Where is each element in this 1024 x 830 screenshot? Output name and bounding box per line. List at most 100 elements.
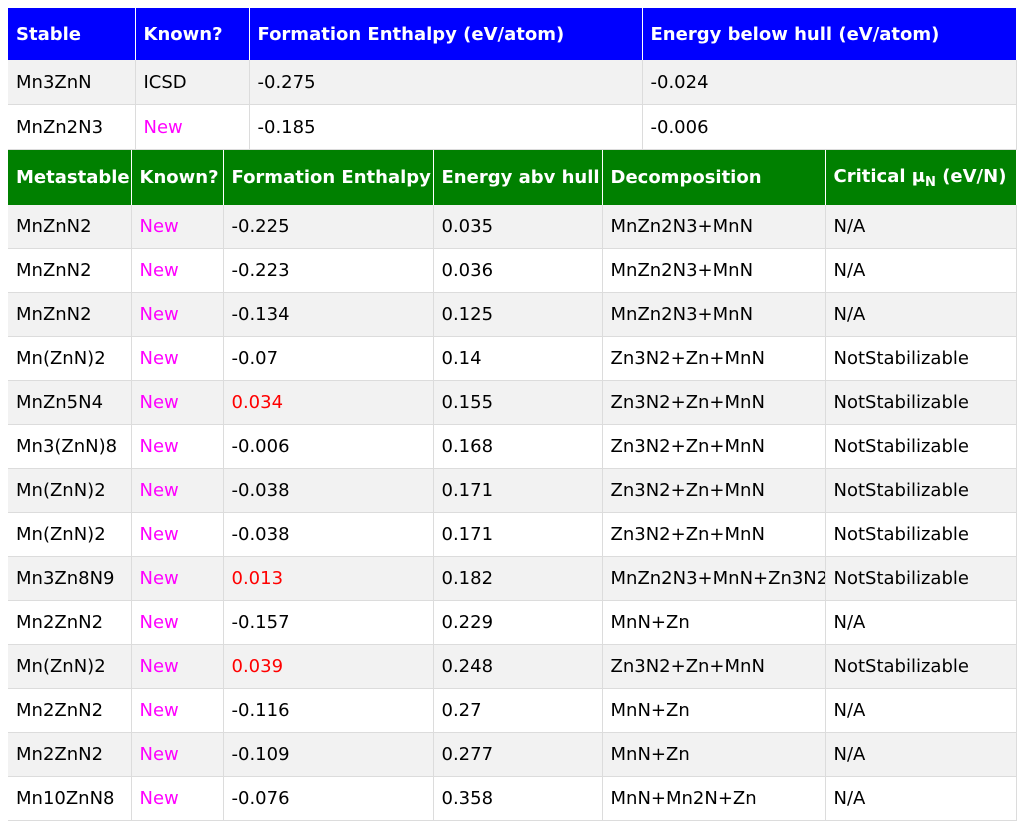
enthalpy-cell: -0.076	[223, 776, 434, 821]
decomposition-cell: MnZn2N3+MnN+Zn3N2	[602, 556, 826, 601]
known-cell: New	[131, 600, 224, 645]
critical-cell: N/A	[825, 205, 1017, 249]
hull-cell: 0.036	[433, 248, 603, 293]
decomposition-cell: MnZn2N3+MnN	[602, 248, 826, 293]
critical-cell: N/A	[825, 600, 1017, 645]
decomposition-cell: Zn3N2+Zn+MnN	[602, 512, 826, 557]
header-stable: Stable	[8, 8, 136, 60]
header-known: Known?	[135, 8, 250, 60]
table-row: MnZnN2 New -0.223 0.036 MnZn2N3+MnN N/A	[8, 248, 1017, 293]
hull-cell: 0.155	[433, 380, 603, 425]
table-row: Mn3ZnN ICSD -0.275 -0.024	[8, 60, 1017, 105]
decomposition-cell: MnZn2N3+MnN	[602, 205, 826, 249]
known-cell: New	[131, 292, 224, 337]
enthalpy-cell: -0.109	[223, 732, 434, 777]
enthalpy-cell: -0.185	[249, 104, 643, 150]
enthalpy-cell: -0.038	[223, 512, 434, 557]
table-row: MnZnN2 New -0.225 0.035 MnZn2N3+MnN N/A	[8, 205, 1017, 249]
header-critical-mu: Critical μN (eV/N)	[825, 150, 1017, 205]
metastable-table: Metastable Known? Formation Enthalpy Ene…	[8, 150, 1017, 821]
known-cell: New	[135, 104, 250, 150]
stable-body: Mn3ZnN ICSD -0.275 -0.024 MnZn2N3 New -0.185 -0…	[8, 60, 1017, 150]
compound-cell: MnZn5N4	[8, 380, 132, 425]
hull-cell: 0.14	[433, 336, 603, 381]
hull-cell: 0.182	[433, 556, 603, 601]
stable-table: Stable Known? Formation Enthalpy (eV/ato…	[8, 8, 1017, 150]
decomposition-cell: MnN+Zn	[602, 688, 826, 733]
critical-prefix: Critical μ	[833, 165, 926, 187]
critical-cell: N/A	[825, 688, 1017, 733]
enthalpy-cell: -0.157	[223, 600, 434, 645]
critical-cell: N/A	[825, 292, 1017, 337]
compound-cell: MnZn2N3	[8, 104, 136, 150]
decomposition-cell: Zn3N2+Zn+MnN	[602, 380, 826, 425]
critical-cell: NotStabilizable	[825, 556, 1017, 601]
critical-cell: NotStabilizable	[825, 336, 1017, 381]
critical-cell: NotStabilizable	[825, 468, 1017, 513]
header-decomposition: Decomposition	[602, 150, 826, 205]
critical-cell: N/A	[825, 776, 1017, 821]
enthalpy-cell: -0.006	[223, 424, 434, 469]
compound-cell: Mn3(ZnN)8	[8, 424, 132, 469]
known-cell: New	[131, 644, 224, 689]
hull-cell: -0.024	[642, 60, 1017, 105]
stable-header-row: Stable Known? Formation Enthalpy (eV/ato…	[8, 8, 1017, 60]
enthalpy-cell: -0.275	[249, 60, 643, 105]
known-cell: New	[131, 732, 224, 777]
hull-cell: 0.277	[433, 732, 603, 777]
critical-cell: NotStabilizable	[825, 512, 1017, 557]
known-cell: New	[131, 380, 224, 425]
table-row: Mn3Zn8N9 New 0.013 0.182 MnZn2N3+MnN+Zn3N2 No…	[8, 556, 1017, 601]
known-cell: New	[131, 468, 224, 513]
header-metastable: Metastable	[8, 150, 132, 205]
metastable-header-row: Metastable Known? Formation Enthalpy Ene…	[8, 150, 1017, 205]
enthalpy-cell: -0.223	[223, 248, 434, 293]
compound-cell: Mn10ZnN8	[8, 776, 132, 821]
table-row: MnZn5N4 New 0.034 0.155 Zn3N2+Zn+MnN NotStabi…	[8, 380, 1017, 425]
enthalpy-cell: 0.039	[223, 644, 434, 689]
header-formation-enthalpy: Formation Enthalpy	[223, 150, 434, 205]
hull-cell: -0.006	[642, 104, 1017, 150]
decomposition-cell: Zn3N2+Zn+MnN	[602, 644, 826, 689]
compound-cell: Mn3Zn8N9	[8, 556, 132, 601]
critical-cell: NotStabilizable	[825, 380, 1017, 425]
known-cell: New	[131, 512, 224, 557]
known-cell: New	[131, 556, 224, 601]
header-energy-below-hull: Energy below hull (eV/atom)	[642, 8, 1017, 60]
known-cell: New	[131, 688, 224, 733]
known-cell: New	[131, 205, 224, 249]
metastable-body: MnZnN2 New -0.225 0.035 MnZn2N3+MnN N/A MnZnN2…	[8, 205, 1017, 821]
hull-cell: 0.035	[433, 205, 603, 249]
hull-cell: 0.125	[433, 292, 603, 337]
table-row: MnZnN2 New -0.134 0.125 MnZn2N3+MnN N/A	[8, 292, 1017, 337]
hull-cell: 0.171	[433, 468, 603, 513]
table-row: Mn2ZnN2 New -0.157 0.229 MnN+Zn N/A	[8, 600, 1017, 645]
compound-cell: MnZnN2	[8, 205, 132, 249]
known-cell: New	[131, 336, 224, 381]
table-row: Mn2ZnN2 New -0.109 0.277 MnN+Zn N/A	[8, 732, 1017, 777]
compound-cell: Mn(ZnN)2	[8, 336, 132, 381]
hull-cell: 0.358	[433, 776, 603, 821]
decomposition-cell: Zn3N2+Zn+MnN	[602, 424, 826, 469]
critical-cell: N/A	[825, 732, 1017, 777]
critical-cell: NotStabilizable	[825, 644, 1017, 689]
hull-cell: 0.248	[433, 644, 603, 689]
header-known: Known?	[131, 150, 224, 205]
known-cell: New	[131, 424, 224, 469]
decomposition-cell: Zn3N2+Zn+MnN	[602, 336, 826, 381]
compound-cell: Mn2ZnN2	[8, 688, 132, 733]
enthalpy-cell: -0.116	[223, 688, 434, 733]
hull-cell: 0.27	[433, 688, 603, 733]
table-row: MnZn2N3 New -0.185 -0.006	[8, 104, 1017, 150]
enthalpy-cell: -0.225	[223, 205, 434, 249]
decomposition-cell: MnN+Mn2N+Zn	[602, 776, 826, 821]
compound-cell: MnZnN2	[8, 248, 132, 293]
compound-cell: Mn(ZnN)2	[8, 468, 132, 513]
hull-cell: 0.229	[433, 600, 603, 645]
compound-cell: Mn3ZnN	[8, 60, 136, 105]
header-formation-enthalpy: Formation Enthalpy (eV/atom)	[249, 8, 643, 60]
decomposition-cell: Zn3N2+Zn+MnN	[602, 468, 826, 513]
table-row: Mn2ZnN2 New -0.116 0.27 MnN+Zn N/A	[8, 688, 1017, 733]
table-row: Mn(ZnN)2 New -0.038 0.171 Zn3N2+Zn+MnN NotSta…	[8, 512, 1017, 557]
known-cell: New	[131, 248, 224, 293]
